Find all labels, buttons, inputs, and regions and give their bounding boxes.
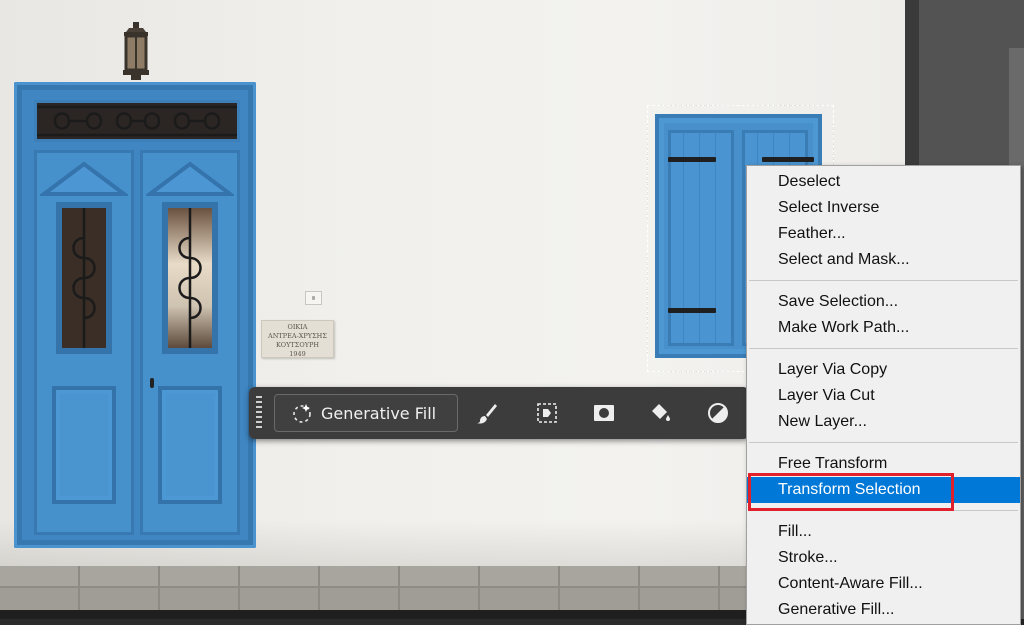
context-menu: Deselect Select Inverse Feather... Selec… (746, 165, 1021, 625)
plaque-line: 1949 (289, 350, 306, 358)
menu-item-feather[interactable]: Feather... (747, 221, 1020, 247)
sparkle-icon (293, 404, 311, 423)
select-subject-icon[interactable] (533, 399, 561, 427)
door-transom-grille (34, 100, 240, 142)
door-keyhole (150, 378, 154, 388)
menu-separator (749, 510, 1018, 511)
fill-bucket-icon[interactable] (646, 399, 674, 427)
door-leaf-right (140, 150, 240, 535)
menu-item-layer-via-cut[interactable]: Layer Via Cut (747, 383, 1020, 409)
menu-item-fill[interactable]: Fill... (747, 519, 1020, 545)
door-pediment (40, 161, 128, 196)
menu-item-stroke[interactable]: Stroke... (747, 545, 1020, 571)
door-panel-right (158, 386, 222, 504)
menu-item-generative-fill[interactable]: Generative Fill... (747, 597, 1020, 623)
door-glass-left (56, 202, 112, 354)
door-glass-right (162, 202, 218, 354)
menu-item-free-transform[interactable]: Free Transform (747, 451, 1020, 477)
menu-item-content-aware-fill[interactable]: Content-Aware Fill... (747, 571, 1020, 597)
name-plaque: ΟΙΚΙΑ ΑΝΤΡΕΑ-ΧΡΥΣΗΣ ΚΟΥΤΣΟΥΡΗ 1949 (261, 320, 334, 358)
adjustment-icon[interactable] (704, 399, 732, 427)
menu-item-deselect[interactable]: Deselect (747, 169, 1020, 195)
mask-icon[interactable] (590, 399, 618, 427)
wall-switch (305, 291, 322, 305)
menu-item-layer-via-copy[interactable]: Layer Via Copy (747, 357, 1020, 383)
menu-separator (749, 442, 1018, 443)
menu-item-make-work-path[interactable]: Make Work Path... (747, 315, 1020, 341)
plaque-line: ΚΟΥΤΣΟΥΡΗ (275, 341, 320, 349)
menu-item-transform-selection[interactable]: Transform Selection (747, 477, 1020, 503)
door-pediment (146, 161, 234, 196)
menu-item-select-and-mask[interactable]: Select and Mask... (747, 247, 1020, 273)
plaque-line: ΟΙΚΙΑ (287, 323, 308, 331)
wall-lamp (123, 22, 149, 80)
brush-icon[interactable] (473, 399, 501, 427)
generative-fill-label: Generative Fill (321, 403, 437, 423)
door-panel-left (52, 386, 116, 504)
menu-item-new-layer[interactable]: New Layer... (747, 409, 1020, 435)
taskbar-drag-handle[interactable] (256, 396, 262, 430)
menu-item-save-selection[interactable]: Save Selection... (747, 289, 1020, 315)
menu-separator (749, 280, 1018, 281)
plaque-line: ΑΝΤΡΕΑ-ΧΡΥΣΗΣ (268, 332, 327, 340)
menu-separator (749, 348, 1018, 349)
generative-fill-button[interactable]: Generative Fill (274, 394, 458, 432)
door-leaf-left (34, 150, 134, 535)
contextual-task-bar: Generative Fill (249, 387, 749, 439)
menu-item-select-inverse[interactable]: Select Inverse (747, 195, 1020, 221)
